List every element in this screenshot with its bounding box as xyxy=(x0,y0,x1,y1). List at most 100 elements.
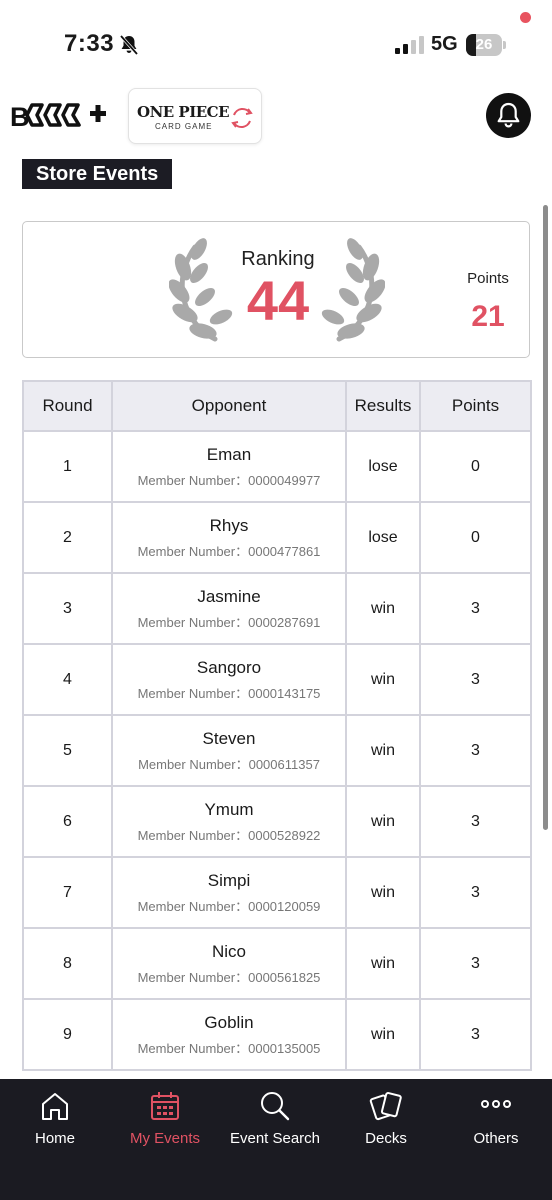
round-cell: 8 xyxy=(22,927,113,1000)
result-cell: win xyxy=(345,643,421,716)
points-cell: 3 xyxy=(419,785,532,858)
opponent-cell: Goblin Member Number：0000135005 xyxy=(111,998,347,1071)
points-cell: 3 xyxy=(419,927,532,1000)
result-cell: win xyxy=(345,927,421,1000)
opponent-cell: Jasmine Member Number：0000287691 xyxy=(111,572,347,645)
nav-item-event-search[interactable]: Event Search xyxy=(220,1089,330,1159)
opponent-cell: Nico Member Number：0000561825 xyxy=(111,927,347,1000)
column-header-opponent: Opponent xyxy=(111,380,347,432)
bell-slash-icon xyxy=(119,34,139,56)
opponent-name: Ymum xyxy=(204,799,254,819)
member-number: Member Number：0000561825 xyxy=(137,969,321,985)
notification-button[interactable] xyxy=(486,93,531,138)
status-bar: 7:33 5G 26 xyxy=(0,0,552,80)
round-cell: 9 xyxy=(22,998,113,1071)
points-cell: 3 xyxy=(419,998,532,1071)
member-number: Member Number：0000049977 xyxy=(137,472,321,488)
round-cell: 4 xyxy=(22,643,113,716)
opponent-name: Sangoro xyxy=(196,657,262,677)
bottom-nav: Home My Events Event Search Decks Others xyxy=(0,1079,552,1200)
member-number: Member Number：0000120059 xyxy=(137,898,321,914)
result-cell: win xyxy=(345,998,421,1071)
table-row[interactable]: 1 Eman Member Number：0000049977 lose 0 xyxy=(22,430,532,503)
opponent-name: Eman xyxy=(206,444,252,464)
member-number: Member Number：0000143175 xyxy=(137,685,321,701)
more-icon xyxy=(481,1100,511,1108)
result-cell: win xyxy=(345,714,421,787)
column-header-results: Results xyxy=(345,380,421,432)
nav-label-home: Home xyxy=(34,1130,75,1147)
opponent-name: Rhys xyxy=(209,515,249,535)
search-icon xyxy=(261,1092,290,1121)
nav-label-decks: Decks xyxy=(365,1130,407,1147)
nav-item-others[interactable]: Others xyxy=(441,1089,551,1159)
nav-item-my-events[interactable]: My Events xyxy=(110,1089,220,1159)
result-cell: win xyxy=(345,856,421,929)
points-cell: 0 xyxy=(419,430,532,503)
cards-icon xyxy=(369,1092,402,1121)
round-cell: 7 xyxy=(22,856,113,929)
opponent-name: Jasmine xyxy=(197,586,261,606)
refresh-swirl-icon xyxy=(231,108,253,128)
points-label: Points xyxy=(467,270,509,287)
opponent-cell: Rhys Member Number：0000477861 xyxy=(111,501,347,574)
bell-icon xyxy=(497,102,520,128)
opponent-cell: Steven Member Number：0000611357 xyxy=(111,714,347,787)
round-cell: 1 xyxy=(22,430,113,503)
battery-icon: 26 xyxy=(466,34,506,56)
table-row[interactable]: 6 Ymum Member Number：0000528922 win 3 xyxy=(22,785,532,858)
opponent-cell: Sangoro Member Number：0000143175 xyxy=(111,643,347,716)
bcg-plus-logo[interactable]: B xyxy=(10,100,110,130)
round-cell: 6 xyxy=(22,785,113,858)
round-cell: 5 xyxy=(22,714,113,787)
member-number: Member Number：0000135005 xyxy=(137,1040,321,1056)
column-header-round: Round xyxy=(22,380,113,432)
ranking-value: 44 xyxy=(246,269,310,332)
signal-icon xyxy=(395,36,424,54)
nav-label-my-events: My Events xyxy=(129,1130,201,1147)
opponent-name: Simpi xyxy=(207,870,251,890)
game-logo-title: ONE PIECE xyxy=(137,103,230,121)
opponent-cell: Simpi Member Number：0000120059 xyxy=(111,856,347,929)
result-cell: win xyxy=(345,785,421,858)
nav-item-home[interactable]: Home xyxy=(0,1089,110,1159)
vertical-scrollbar[interactable] xyxy=(543,205,548,830)
ranking-label: Ranking xyxy=(241,248,315,270)
opponent-cell: Ymum Member Number：0000528922 xyxy=(111,785,347,858)
nav-item-decks[interactable]: Decks xyxy=(331,1089,441,1159)
calendar-icon xyxy=(151,1092,179,1120)
app-header: B ONE PIECE CARD GAME xyxy=(0,80,552,150)
table-row[interactable]: 5 Steven Member Number：0000611357 win 3 xyxy=(22,714,532,787)
points-cell: 3 xyxy=(419,643,532,716)
ranking-card: Ranking 44 Points 21 xyxy=(22,221,530,358)
unread-badge xyxy=(520,12,531,23)
member-number: Member Number：0000287691 xyxy=(137,614,321,630)
points-cell: 3 xyxy=(419,856,532,929)
battery-level-text: 26 xyxy=(475,36,493,53)
opponent-name: Nico xyxy=(211,941,246,961)
status-time: 7:33 xyxy=(64,30,115,57)
table-row[interactable]: 7 Simpi Member Number：0000120059 win 3 xyxy=(22,856,532,929)
nav-label-others: Others xyxy=(473,1130,519,1147)
opponent-name: Steven xyxy=(202,728,256,748)
points-cell: 3 xyxy=(419,572,532,645)
points-value: 21 xyxy=(471,300,505,333)
member-number: Member Number：0000528922 xyxy=(137,827,321,843)
table-row[interactable]: 4 Sangoro Member Number：0000143175 win 3 xyxy=(22,643,532,716)
member-number: Member Number：0000611357 xyxy=(138,756,320,772)
results-table: Round Opponent Results Points 1 Eman Memb… xyxy=(22,380,532,1071)
network-label: 5G xyxy=(431,33,458,55)
points-cell: 3 xyxy=(419,714,532,787)
round-cell: 2 xyxy=(22,501,113,574)
one-piece-card-game-logo[interactable]: ONE PIECE CARD GAME xyxy=(128,88,262,144)
result-cell: win xyxy=(345,572,421,645)
table-header-row: Round Opponent Results Points xyxy=(22,380,532,432)
table-row[interactable]: 8 Nico Member Number：0000561825 win 3 xyxy=(22,927,532,1000)
opponent-name: Goblin xyxy=(204,1012,254,1032)
result-cell: lose xyxy=(345,501,421,574)
game-logo-subtitle: CARD GAME xyxy=(155,122,213,131)
table-row[interactable]: 9 Goblin Member Number：0000135005 win 3 xyxy=(22,998,532,1071)
table-row[interactable]: 3 Jasmine Member Number：0000287691 win 3 xyxy=(22,572,532,645)
table-row[interactable]: 2 Rhys Member Number：0000477861 lose 0 xyxy=(22,501,532,574)
points-cell: 0 xyxy=(419,501,532,574)
